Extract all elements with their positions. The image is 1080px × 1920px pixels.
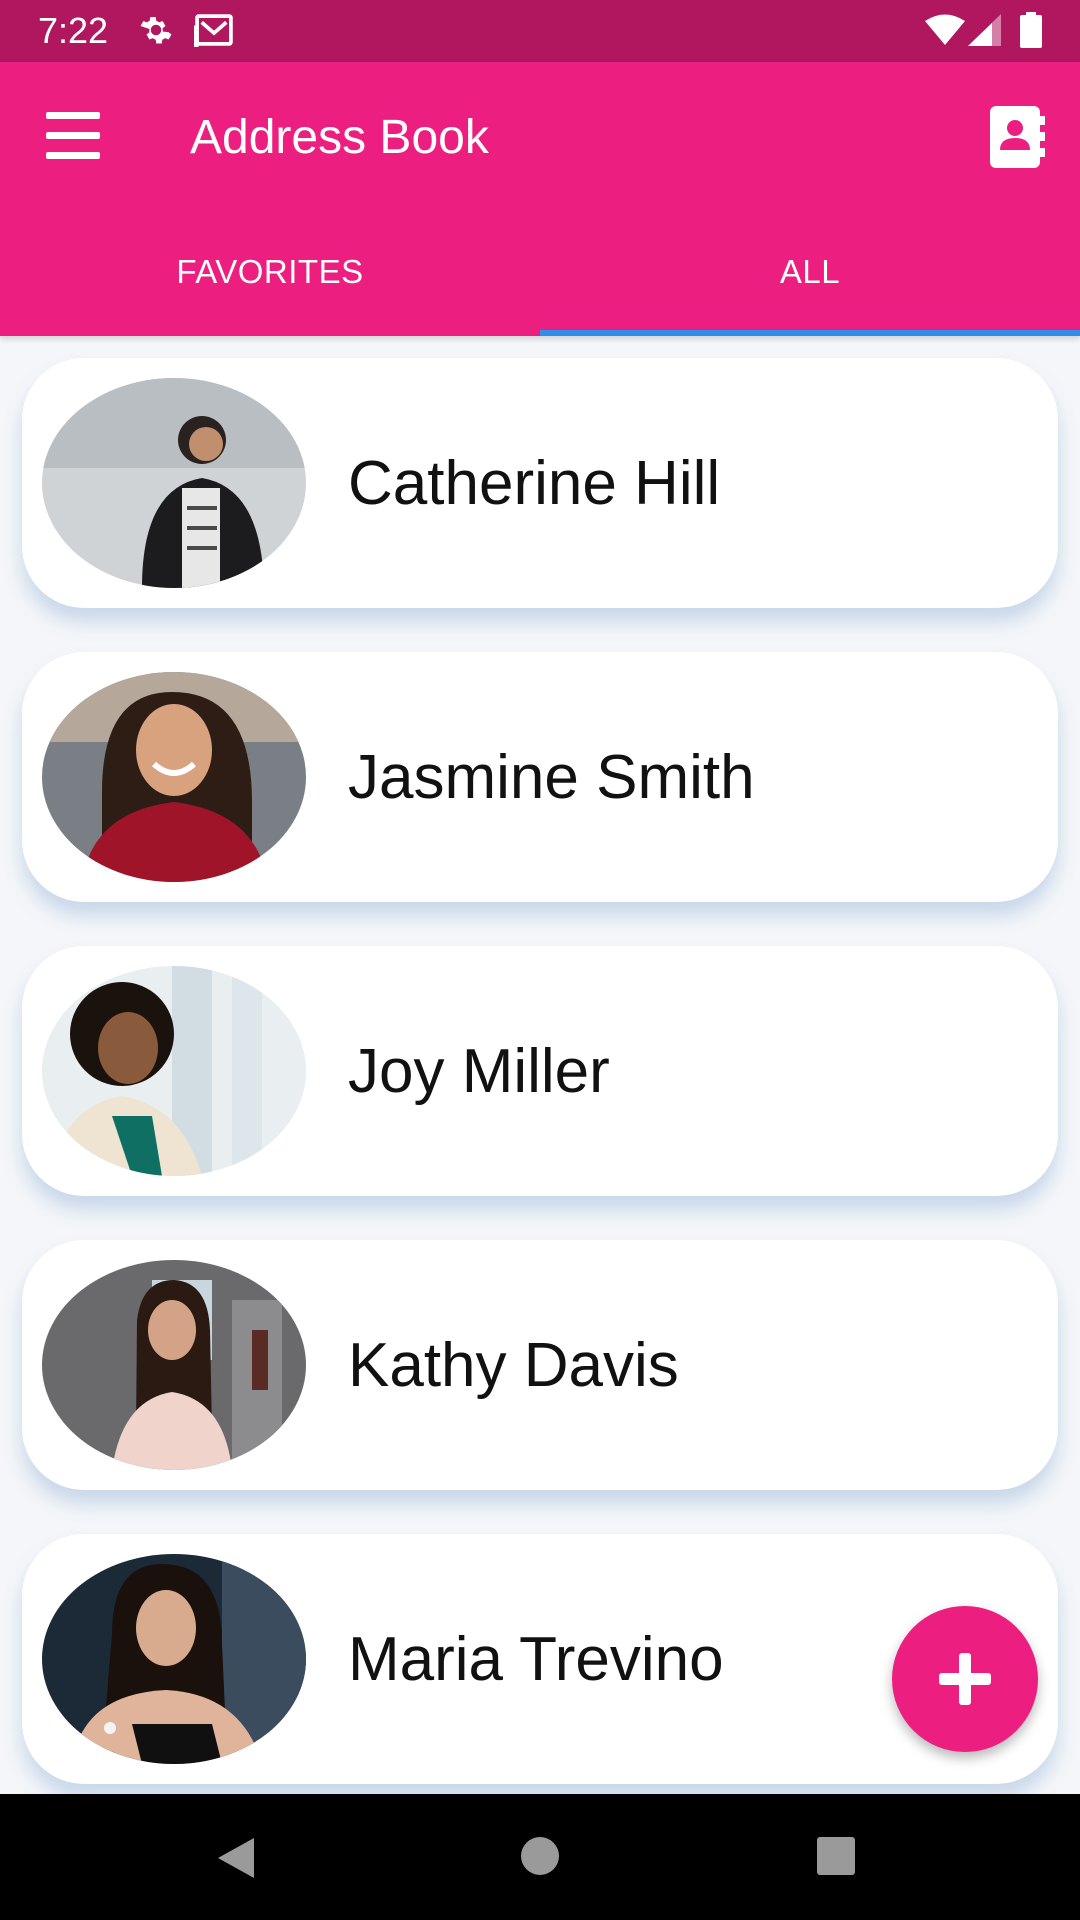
- contact-name: Maria Trevino: [348, 1625, 724, 1694]
- avatar: [42, 966, 306, 1176]
- recents-icon[interactable]: [816, 1836, 856, 1881]
- add-contact-button[interactable]: [892, 1606, 1038, 1752]
- avatar: [42, 1260, 306, 1470]
- mail-icon: [194, 12, 234, 53]
- tab-all[interactable]: ALL: [540, 242, 1080, 332]
- contact-list[interactable]: Catherine Hill Jasmine Smith Joy Miller …: [0, 336, 1080, 1794]
- contact-book-icon: [990, 106, 1045, 168]
- contact-card[interactable]: Catherine Hill: [22, 358, 1058, 608]
- status-bar: 7:22: [0, 0, 1080, 62]
- avatar: [42, 378, 306, 588]
- nav-bar: [0, 1794, 1080, 1920]
- contact-card[interactable]: Kathy Davis: [22, 1240, 1058, 1490]
- gear-icon: [138, 12, 174, 53]
- contact-name: Kathy Davis: [348, 1331, 679, 1400]
- contact-name: Joy Miller: [348, 1037, 610, 1106]
- app-title: Address Book: [190, 111, 489, 164]
- status-time: 7:22: [38, 10, 109, 51]
- menu-button[interactable]: [44, 110, 104, 164]
- wifi-icon: [924, 14, 966, 51]
- avatar: [42, 1554, 306, 1764]
- avatar: [42, 672, 306, 882]
- tab-favorites[interactable]: FAVORITES: [0, 242, 540, 332]
- signal-icon: [968, 14, 1002, 51]
- plus-icon: [939, 1653, 991, 1705]
- contact-name: Jasmine Smith: [348, 743, 755, 812]
- battery-icon: [1020, 12, 1042, 53]
- menu-icon: [46, 112, 100, 159]
- contact-card[interactable]: Joy Miller: [22, 946, 1058, 1196]
- home-icon[interactable]: [520, 1836, 560, 1881]
- contact-card[interactable]: Jasmine Smith: [22, 652, 1058, 902]
- app-bar: Address Book FAVORITES ALL: [0, 62, 1080, 336]
- contact-book-button[interactable]: [988, 104, 1046, 170]
- back-icon[interactable]: [214, 1836, 258, 1885]
- contact-name: Catherine Hill: [348, 449, 721, 518]
